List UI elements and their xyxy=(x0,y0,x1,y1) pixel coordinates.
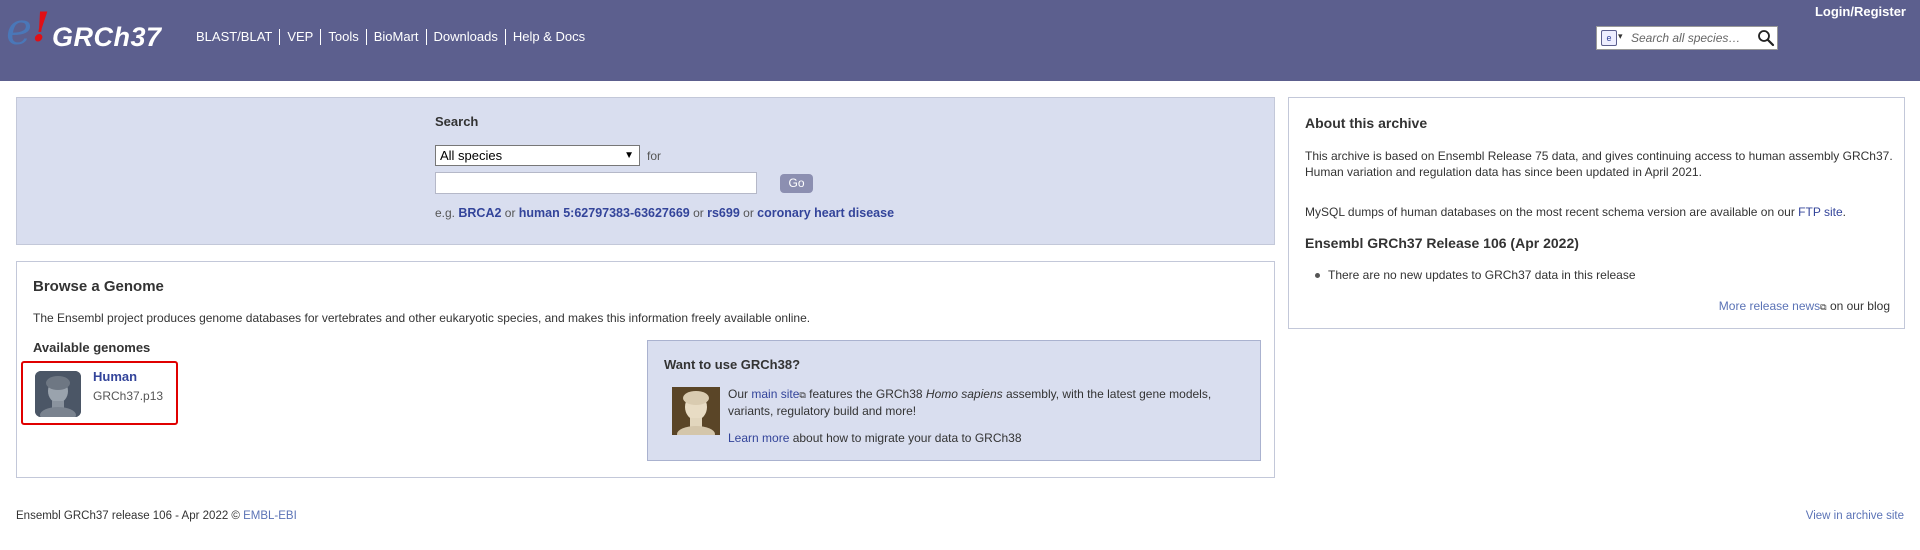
bullet-icon xyxy=(1315,273,1320,279)
about-archive-panel: About this archive This archive is based… xyxy=(1288,97,1905,329)
tools-nav: BLAST/BLAT VEP Tools BioMart Downloads H… xyxy=(190,29,592,45)
ensembl-logo[interactable]: e ! GRCh37 xyxy=(6,4,166,55)
example-human-location[interactable]: human 5:62797383-63627669 xyxy=(519,206,690,220)
learn-more-link[interactable]: Learn more xyxy=(728,431,789,445)
logo-bang: ! xyxy=(32,4,50,51)
chevron-down-icon[interactable]: ▾ xyxy=(1618,31,1623,42)
more-release-news-link[interactable]: More release news xyxy=(1719,299,1820,313)
search-panel: Search All species ▼ for Go e.g. BRCA2 o… xyxy=(16,97,1275,245)
release-bullet-text: There are no new updates to GRCh37 data … xyxy=(1328,268,1636,282)
go-button[interactable]: Go xyxy=(780,174,813,193)
masthead: e ! GRCh37 BLAST/BLAT VEP Tools BioMart … xyxy=(0,0,1920,81)
available-genomes-title: Available genomes xyxy=(33,340,151,355)
learn-more-line: Learn more about how to migrate your dat… xyxy=(728,431,1022,445)
or-text: or xyxy=(743,206,754,220)
browse-genome-panel: Browse a Genome The Ensembl project prod… xyxy=(16,261,1275,478)
release-bullet: There are no new updates to GRCh37 data … xyxy=(1315,268,1636,282)
header-search-input[interactable] xyxy=(1631,27,1745,49)
footer-copyright: Ensembl GRCh37 release 106 - Apr 2022 © … xyxy=(16,510,297,522)
example-rs699[interactable]: rs699 xyxy=(707,206,740,220)
nav-vep[interactable]: VEP xyxy=(279,29,320,45)
grch38-text-mid: features the GRCh38 xyxy=(805,387,926,401)
footer-archive: View in archive site xyxy=(1806,510,1904,522)
human-assembly: GRCh37.p13 xyxy=(93,389,164,403)
species-dropdown[interactable]: All species ▼ xyxy=(435,145,640,166)
on-our-blog: on our blog xyxy=(1826,299,1890,313)
search-icon[interactable] xyxy=(1757,29,1775,47)
example-coronary-heart-disease[interactable]: coronary heart disease xyxy=(757,206,894,220)
nav-blast[interactable]: BLAST/BLAT xyxy=(190,29,279,45)
example-brca2[interactable]: BRCA2 xyxy=(458,206,501,220)
header-search-box: e ▾ xyxy=(1596,26,1778,50)
our-text: Our xyxy=(728,387,749,401)
login-register-link[interactable]: Login/Register xyxy=(1815,4,1906,19)
search-query-input[interactable] xyxy=(435,172,757,194)
logo-e: e xyxy=(6,4,33,55)
human-genome-card[interactable]: Human GRCh37.p13 xyxy=(21,361,178,425)
nav-help-docs[interactable]: Help & Docs xyxy=(504,29,592,45)
grch38-species-image xyxy=(672,387,720,435)
embl-ebi-link[interactable]: EMBL-EBI xyxy=(243,510,297,522)
or-text: or xyxy=(504,206,516,220)
species-selected: All species xyxy=(440,148,503,163)
period: . xyxy=(1842,205,1846,219)
about-title: About this archive xyxy=(1305,115,1428,131)
grch38-description: Our main site⧉ features the GRCh38 Homo … xyxy=(728,386,1248,419)
learn-more-rest: about how to migrate your data to GRCh38 xyxy=(789,431,1022,445)
or-text: or xyxy=(693,206,704,220)
grch38-promo: Want to use GRCh38? Our main site⧉ featu… xyxy=(647,340,1261,461)
footer-text: Ensembl GRCh37 release 106 - Apr 2022 © xyxy=(16,510,244,522)
eg-prefix: e.g. xyxy=(435,206,456,220)
chevron-down-icon: ▼ xyxy=(624,150,634,161)
release-title: Ensembl GRCh37 Release 106 (Apr 2022) xyxy=(1305,235,1579,251)
view-in-archive-link[interactable]: View in archive site xyxy=(1806,510,1904,522)
nav-tools[interactable]: Tools xyxy=(320,29,365,45)
human-genome-link[interactable]: Human xyxy=(93,369,137,384)
ftp-site-link[interactable]: FTP site xyxy=(1798,205,1842,219)
assembly-name: GRCh37 xyxy=(52,22,162,52)
search-title: Search xyxy=(435,114,479,129)
mysql-dumps-text: MySQL dumps of human databases on the mo… xyxy=(1305,205,1846,219)
more-release-news: More release news⧉ on our blog xyxy=(1719,299,1890,313)
nav-biomart[interactable]: BioMart xyxy=(365,29,426,45)
browse-title: Browse a Genome xyxy=(33,278,164,295)
species-selector-icon[interactable]: e xyxy=(1601,30,1617,46)
search-examples: e.g. BRCA2 or human 5:62797383-63627669 … xyxy=(435,206,894,220)
for-label: for xyxy=(647,149,662,163)
main-site-link[interactable]: main site xyxy=(751,387,799,401)
mysql-text: MySQL dumps of human databases on the mo… xyxy=(1305,205,1799,219)
about-paragraph: This archive is based on Ensembl Release… xyxy=(1305,149,1893,179)
species-italic: Homo sapiens xyxy=(925,387,1003,401)
nav-downloads[interactable]: Downloads xyxy=(425,29,505,45)
grch38-title: Want to use GRCh38? xyxy=(664,357,801,372)
human-species-image[interactable] xyxy=(35,371,81,417)
browse-description: The Ensembl project produces genome data… xyxy=(33,311,811,325)
